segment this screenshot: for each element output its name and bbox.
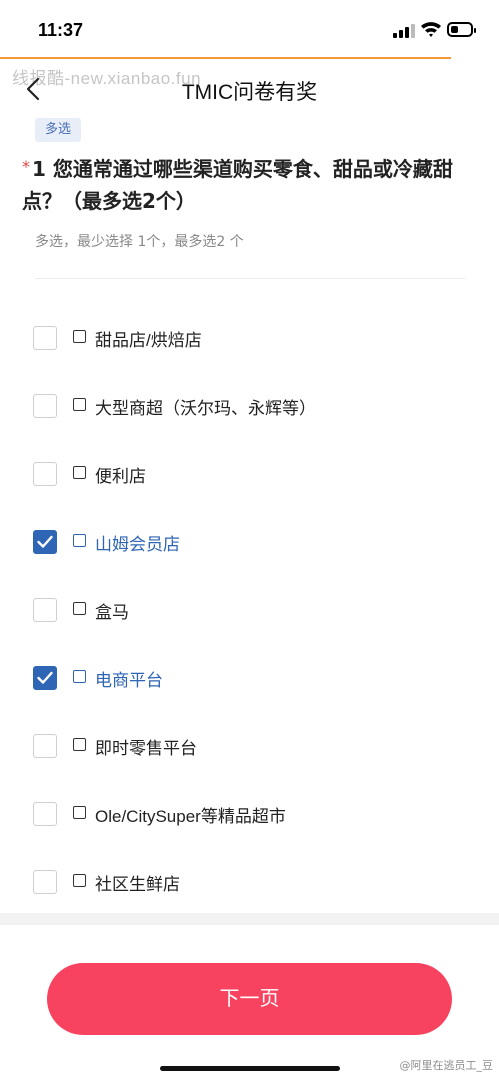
checkmark-icon xyxy=(37,671,53,684)
option-label: 山姆会员店 xyxy=(95,535,180,554)
square-bullet-icon xyxy=(73,602,86,615)
status-time: 11:37 xyxy=(38,20,84,40)
status-bar: 11:37 xyxy=(0,0,499,58)
option-checkbox[interactable] xyxy=(33,598,57,622)
square-bullet-icon xyxy=(73,466,86,479)
required-mark: * xyxy=(22,157,30,176)
option-row[interactable]: 大型商超（沃尔玛、永辉等） xyxy=(33,387,473,427)
option-checkbox[interactable] xyxy=(33,462,57,486)
option-row[interactable]: Ole/CitySuper等精品超市 xyxy=(33,795,473,835)
square-bullet-icon xyxy=(73,330,86,343)
option-label: 电商平台 xyxy=(95,671,163,690)
square-bullet-icon xyxy=(73,806,86,819)
option-label: 即时零售平台 xyxy=(95,739,197,758)
option-label: Ole/CitySuper等精品超市 xyxy=(95,807,286,826)
square-bullet-icon xyxy=(73,670,86,683)
divider xyxy=(35,278,465,279)
option-row[interactable]: 盒马 xyxy=(33,591,473,631)
next-page-button[interactable]: 下一页 xyxy=(47,963,452,1035)
progress-bar xyxy=(0,57,451,59)
option-row[interactable]: 山姆会员店 xyxy=(33,523,473,563)
option-row[interactable]: 电商平台 xyxy=(33,659,473,699)
cellular-signal-icon xyxy=(393,24,415,38)
wifi-icon xyxy=(421,22,441,37)
footer: 下一页 @阿里在逃员工_豆 xyxy=(0,925,499,1080)
option-row[interactable]: 即时零售平台 xyxy=(33,727,473,767)
option-checkbox[interactable] xyxy=(33,666,57,690)
battery-low-icon xyxy=(447,22,476,37)
option-row[interactable]: 甜品店/烘焙店 xyxy=(33,319,473,359)
option-label: 便利店 xyxy=(95,467,146,486)
option-checkbox[interactable] xyxy=(33,802,57,826)
option-checkbox[interactable] xyxy=(33,870,57,894)
option-row[interactable]: 便利店 xyxy=(33,455,473,495)
question-text: 1 您通常通过哪些渠道购买零食、甜品或冷藏甜点？（最多选2个） xyxy=(22,157,453,213)
option-checkbox[interactable] xyxy=(33,394,57,418)
footer-separator xyxy=(0,913,499,925)
question-title: * 1 您通常通过哪些渠道购买零食、甜品或冷藏甜点？（最多选2个） xyxy=(22,153,472,217)
question-hint: 多选，最少选择 1个，最多选2 个 xyxy=(35,234,244,250)
checkmark-icon xyxy=(37,535,53,548)
credit-watermark: @阿里在逃员工_豆 xyxy=(399,1059,494,1072)
option-label: 社区生鲜店 xyxy=(95,875,180,894)
question-type-tag: 多选 xyxy=(35,118,82,142)
option-row[interactable]: 社区生鲜店 xyxy=(33,863,473,903)
option-checkbox[interactable] xyxy=(33,530,57,554)
square-bullet-icon xyxy=(73,874,86,887)
option-checkbox[interactable] xyxy=(33,326,57,350)
option-label: 盒马 xyxy=(95,603,129,622)
home-indicator xyxy=(160,1066,340,1071)
square-bullet-icon xyxy=(73,398,86,411)
page-title: TMIC问卷有奖 xyxy=(181,81,318,104)
option-checkbox[interactable] xyxy=(33,734,57,758)
square-bullet-icon xyxy=(73,738,86,751)
option-label: 甜品店/烘焙店 xyxy=(95,331,202,350)
square-bullet-icon xyxy=(73,534,86,547)
option-label: 大型商超（沃尔玛、永辉等） xyxy=(95,399,316,418)
nav-bar: 线报酷-new.xianbao.fun TMIC问卷有奖 xyxy=(0,60,499,116)
